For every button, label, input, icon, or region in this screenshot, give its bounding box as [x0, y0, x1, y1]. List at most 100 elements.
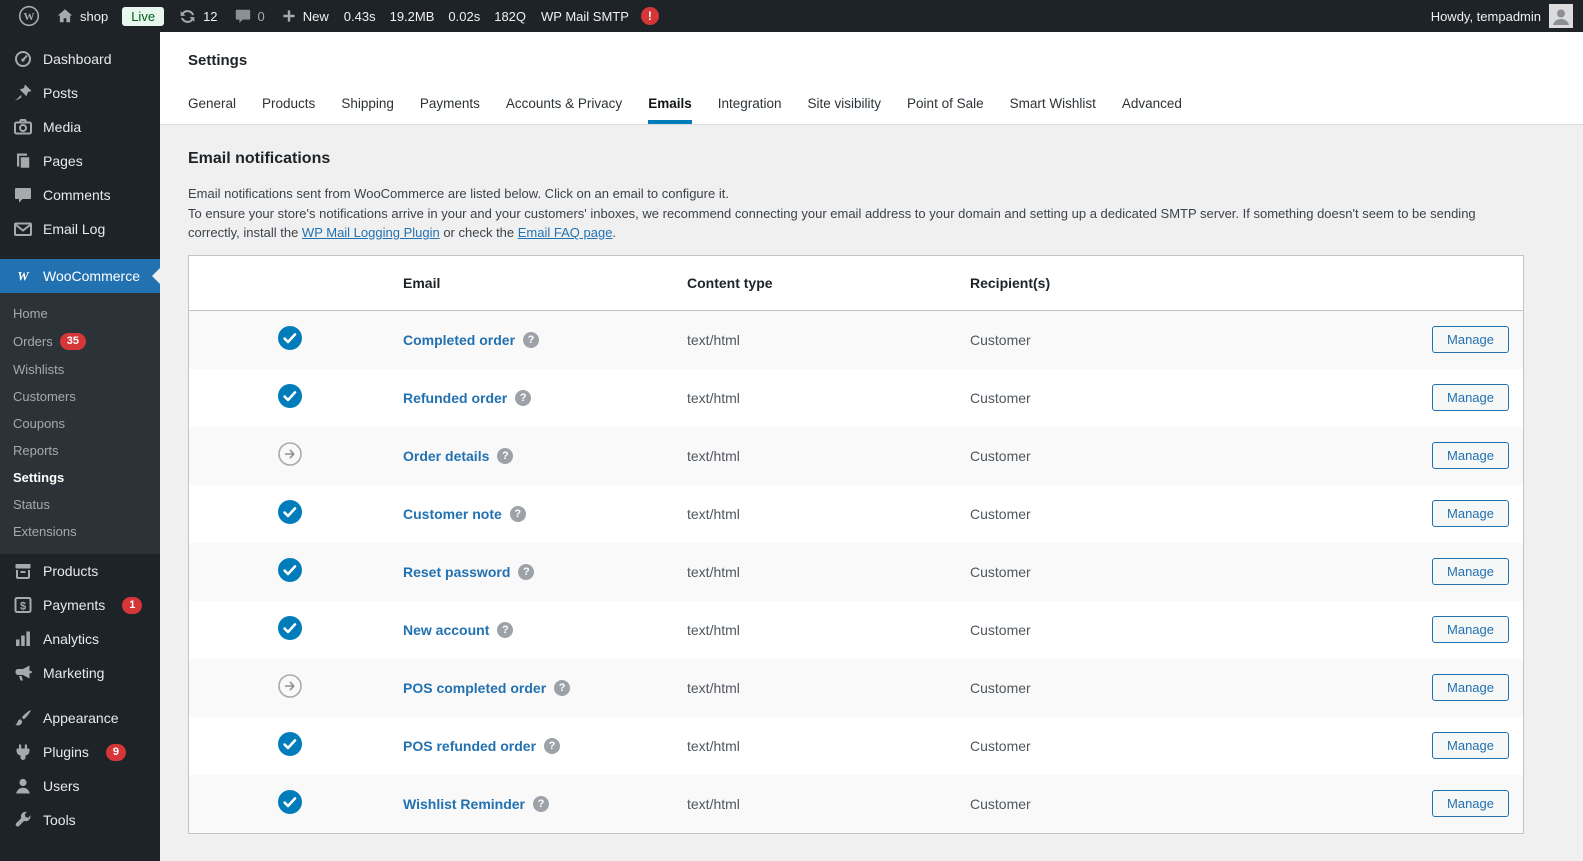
- sidebar-item-email-log[interactable]: Email Log: [0, 212, 160, 246]
- email-manual-arrow-icon[interactable]: [278, 674, 302, 698]
- email-name-link[interactable]: POS completed order: [403, 680, 546, 696]
- email-enabled-check-icon[interactable]: [278, 500, 302, 524]
- recipient-cell: Customer: [970, 448, 1413, 464]
- tab-advanced[interactable]: Advanced: [1122, 96, 1182, 124]
- manage-button[interactable]: Manage: [1432, 732, 1509, 759]
- updates-link[interactable]: 12: [170, 0, 225, 32]
- tab-general[interactable]: General: [188, 96, 236, 124]
- help-tip-icon[interactable]: ?: [518, 564, 534, 580]
- status-cell: [189, 616, 403, 643]
- email-enabled-check-icon[interactable]: [278, 732, 302, 756]
- tab-accounts-privacy[interactable]: Accounts & Privacy: [506, 96, 622, 124]
- help-tip-icon[interactable]: ?: [533, 796, 549, 812]
- status-cell: [189, 732, 403, 759]
- help-tip-icon[interactable]: ?: [544, 738, 560, 754]
- manage-button[interactable]: Manage: [1432, 326, 1509, 353]
- submenu-item-settings[interactable]: Settings: [0, 464, 160, 491]
- tab-site-visibility[interactable]: Site visibility: [808, 96, 882, 124]
- email-name-link[interactable]: Refunded order: [403, 390, 507, 406]
- email-enabled-check-icon[interactable]: [278, 384, 302, 408]
- tab-products[interactable]: Products: [262, 96, 315, 124]
- submenu-item-reports[interactable]: Reports: [0, 437, 160, 464]
- wp-mail-smtp-link[interactable]: WP Mail SMTP !: [533, 0, 667, 32]
- help-tip-icon[interactable]: ?: [510, 506, 526, 522]
- sidebar-item-products[interactable]: Products: [0, 554, 160, 588]
- help-tip-icon[interactable]: ?: [497, 448, 513, 464]
- perf-stat[interactable]: 19.2MB: [383, 9, 442, 24]
- email-manual-arrow-icon[interactable]: [278, 442, 302, 466]
- sidebar-item-payments[interactable]: $Payments1: [0, 588, 160, 622]
- manage-button[interactable]: Manage: [1432, 790, 1509, 817]
- manage-button[interactable]: Manage: [1432, 616, 1509, 643]
- submenu-item-coupons[interactable]: Coupons: [0, 410, 160, 437]
- live-badge[interactable]: Live: [122, 7, 164, 26]
- manage-button[interactable]: Manage: [1432, 558, 1509, 585]
- tab-shipping[interactable]: Shipping: [341, 96, 394, 124]
- sidebar-item-users[interactable]: Users: [0, 769, 160, 803]
- perf-stat[interactable]: 0.02s: [441, 9, 487, 24]
- submenu-item-label: Home: [13, 306, 48, 321]
- sidebar-item-tools[interactable]: Tools: [0, 803, 160, 837]
- wp-mail-logging-plugin-link[interactable]: WP Mail Logging Plugin: [302, 225, 440, 240]
- manage-button[interactable]: Manage: [1432, 500, 1509, 527]
- submenu-item-orders[interactable]: Orders35: [0, 327, 160, 356]
- sidebar-item-pages[interactable]: Pages: [0, 144, 160, 178]
- help-tip-icon[interactable]: ?: [523, 332, 539, 348]
- sidebar-item-woocommerce[interactable]: W WooCommerce: [0, 259, 160, 293]
- comments-count: 0: [258, 9, 265, 24]
- manage-button[interactable]: Manage: [1432, 384, 1509, 411]
- email-enabled-check-icon[interactable]: [278, 616, 302, 640]
- recipient-cell: Customer: [970, 738, 1413, 754]
- submenu-item-label: Coupons: [13, 416, 65, 431]
- settings-body: Email notifications Email notifications …: [160, 125, 1583, 834]
- email-faq-link[interactable]: Email FAQ page: [518, 225, 613, 240]
- sidebar-item-comments[interactable]: Comments: [0, 178, 160, 212]
- tab-emails[interactable]: Emails: [648, 96, 692, 124]
- tab-integration[interactable]: Integration: [718, 96, 782, 124]
- email-enabled-check-icon[interactable]: [278, 558, 302, 582]
- intro-line-2: To ensure your store's notifications arr…: [188, 204, 1524, 243]
- sidebar-item-posts[interactable]: Posts: [0, 76, 160, 110]
- sidebar-item-appearance[interactable]: Appearance: [0, 701, 160, 735]
- email-name-link[interactable]: Completed order: [403, 332, 515, 348]
- email-name-link[interactable]: POS refunded order: [403, 738, 536, 754]
- status-cell: [189, 790, 403, 817]
- email-name-link[interactable]: Reset password: [403, 564, 510, 580]
- sidebar-item-dashboard[interactable]: Dashboard: [0, 42, 160, 76]
- email-name-link[interactable]: Customer note: [403, 506, 502, 522]
- help-tip-icon[interactable]: ?: [515, 390, 531, 406]
- tab-point-of-sale[interactable]: Point of Sale: [907, 96, 984, 124]
- manage-button[interactable]: Manage: [1432, 674, 1509, 701]
- help-tip-icon[interactable]: ?: [554, 680, 570, 696]
- email-name-link[interactable]: Wishlist Reminder: [403, 796, 525, 812]
- perf-stat[interactable]: 182Q: [487, 9, 533, 24]
- sidebar-item-analytics[interactable]: Analytics: [0, 622, 160, 656]
- intro-text: or check the: [440, 225, 518, 240]
- email-enabled-check-icon[interactable]: [278, 326, 302, 350]
- submenu-item-customers[interactable]: Customers: [0, 383, 160, 410]
- submenu-item-status[interactable]: Status: [0, 491, 160, 518]
- manage-cell: Manage: [1413, 500, 1523, 527]
- email-cell: New account?: [403, 622, 687, 638]
- tab-smart-wishlist[interactable]: Smart Wishlist: [1010, 96, 1096, 124]
- help-tip-icon[interactable]: ?: [497, 622, 513, 638]
- submenu-item-wishlists[interactable]: Wishlists: [0, 356, 160, 383]
- status-cell: [189, 674, 403, 701]
- submenu-item-home[interactable]: Home: [0, 300, 160, 327]
- sidebar-item-plugins[interactable]: Plugins9: [0, 735, 160, 769]
- email-name-link[interactable]: New account: [403, 622, 489, 638]
- wp-logo-menu[interactable]: W: [10, 0, 48, 32]
- email-name-link[interactable]: Order details: [403, 448, 489, 464]
- comments-link[interactable]: 0: [226, 0, 273, 32]
- email-enabled-check-icon[interactable]: [278, 790, 302, 814]
- tab-payments[interactable]: Payments: [420, 96, 480, 124]
- svg-text:W: W: [17, 270, 30, 284]
- sidebar-item-media[interactable]: Media: [0, 110, 160, 144]
- sidebar-item-marketing[interactable]: Marketing: [0, 656, 160, 690]
- perf-stat[interactable]: 0.43s: [337, 9, 383, 24]
- account-menu[interactable]: Howdy, tempadmin: [1431, 0, 1583, 32]
- submenu-item-extensions[interactable]: Extensions: [0, 518, 160, 545]
- manage-button[interactable]: Manage: [1432, 442, 1509, 469]
- site-name-link[interactable]: shop: [48, 0, 116, 32]
- new-content-link[interactable]: New: [273, 0, 337, 32]
